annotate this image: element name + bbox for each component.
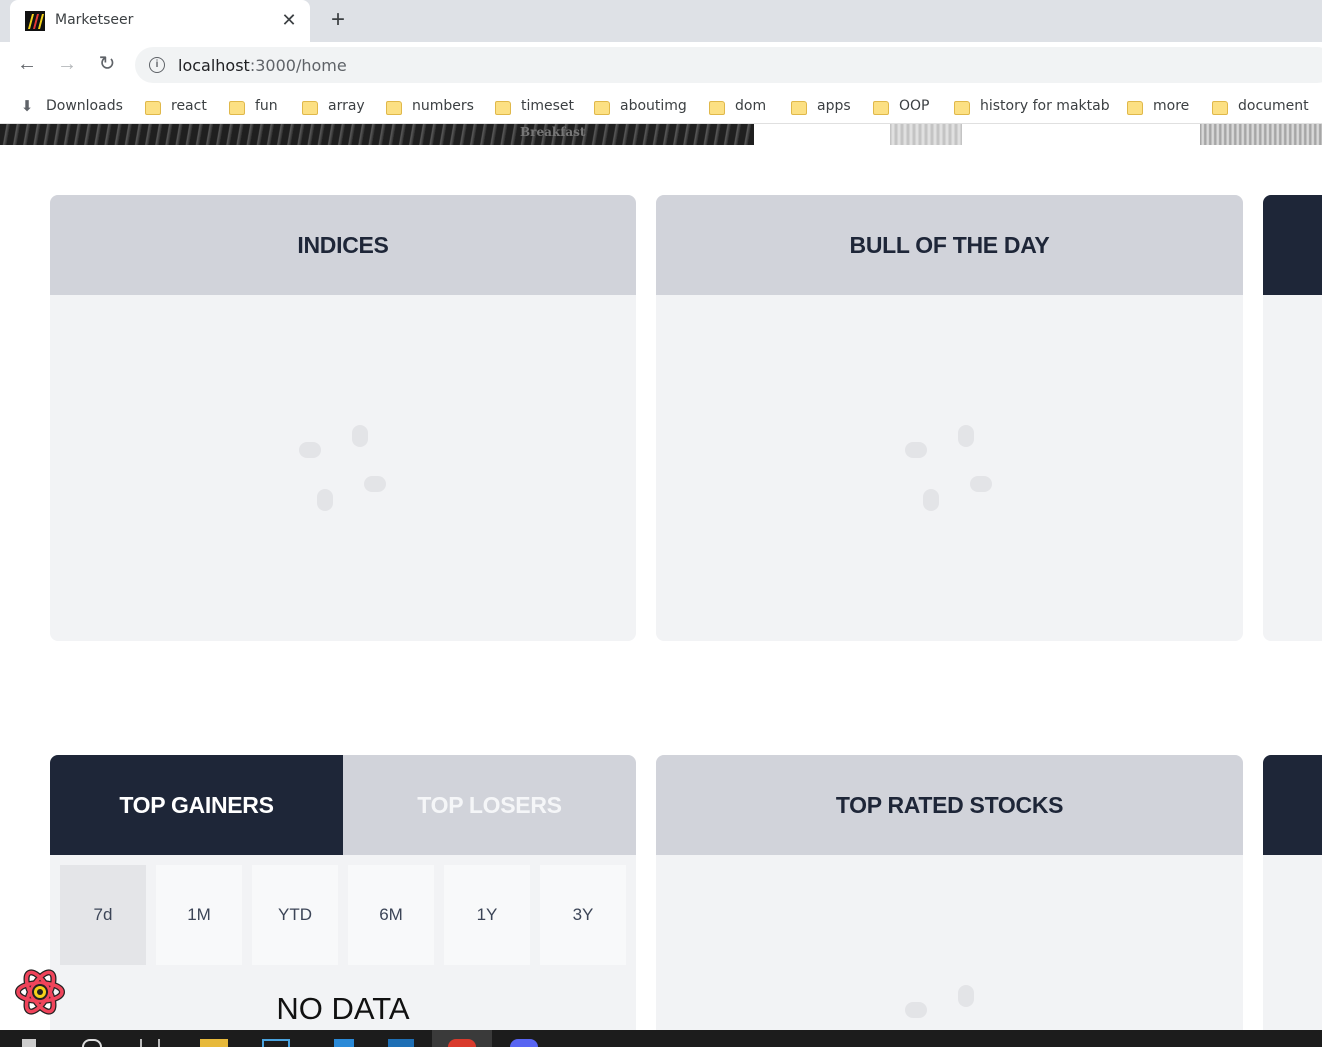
- loading-spinner-icon: [298, 423, 398, 513]
- hero-image-text: Breakfast: [520, 125, 586, 139]
- marketseer-favicon-icon: [25, 11, 45, 31]
- folder-icon: [495, 101, 511, 115]
- folder-icon: [954, 101, 970, 115]
- bookmark-array[interactable]: array: [302, 96, 365, 116]
- bookmark-downloads[interactable]: ⬇ Downloads: [20, 96, 123, 116]
- app-icon[interactable]: [388, 1039, 414, 1047]
- bookmark-label: timeset: [521, 98, 575, 114]
- vscode-icon[interactable]: [334, 1039, 354, 1047]
- bookmark-apps[interactable]: apps: [791, 96, 851, 116]
- period-selector: 7d 1M YTD 6M 1Y 3Y: [60, 865, 626, 965]
- browser-toolbar: ← → ↻ i localhost:3000/home: [0, 42, 1322, 88]
- forward-arrow-icon[interactable]: →: [53, 50, 81, 78]
- tab-top-losers[interactable]: TOP LOSERS: [343, 755, 636, 855]
- movers-tabs: TOP GAINERS TOP LOSERS: [50, 755, 636, 855]
- download-icon: ⬇: [20, 97, 34, 115]
- tab-title: Marketseer: [55, 12, 134, 28]
- folder-icon: [1127, 101, 1143, 115]
- discord-icon[interactable]: [510, 1039, 538, 1047]
- task-view-icon[interactable]: [140, 1039, 160, 1047]
- search-icon[interactable]: [82, 1039, 102, 1047]
- partial-card-header: [1263, 755, 1322, 855]
- url-path: :3000/home: [249, 56, 347, 75]
- bookmark-label: history for maktab: [980, 98, 1110, 114]
- period-ytd-button[interactable]: YTD: [252, 865, 338, 965]
- bookmark-label: aboutimg: [620, 98, 687, 114]
- bookmark-label: react: [171, 98, 207, 114]
- bookmark-label: Downloads: [46, 98, 123, 114]
- folder-icon: [709, 101, 725, 115]
- browser-tabstrip: Marketseer ✕ +: [0, 0, 1322, 42]
- bookmark-react[interactable]: react: [145, 96, 207, 116]
- hero-image-light: [890, 124, 962, 145]
- hero-image-dark: [0, 124, 754, 145]
- indices-title: INDICES: [50, 195, 636, 295]
- folder-icon: [873, 101, 889, 115]
- folder-icon: [302, 101, 318, 115]
- partial-card-right: [1263, 755, 1322, 1047]
- period-7d-button[interactable]: 7d: [60, 865, 146, 965]
- bookmark-fun[interactable]: fun: [229, 96, 278, 116]
- bookmarks-bar: ⬇ Downloads react fun array numbers times…: [0, 88, 1322, 124]
- period-3y-button[interactable]: 3Y: [540, 865, 626, 965]
- bookmark-aboutimg[interactable]: aboutimg: [594, 96, 687, 116]
- address-bar[interactable]: i localhost:3000/home: [135, 47, 1322, 83]
- start-icon[interactable]: [22, 1039, 36, 1047]
- browser-tab[interactable]: Marketseer ✕: [10, 0, 310, 42]
- bookmark-more[interactable]: more: [1127, 96, 1189, 116]
- bookmark-label: apps: [817, 98, 851, 114]
- top-rated-stocks-card: TOP RATED STOCKS: [656, 755, 1243, 1047]
- indices-card: INDICES: [50, 195, 636, 641]
- folder-icon: [1212, 101, 1228, 115]
- store-icon[interactable]: [262, 1039, 290, 1047]
- folder-icon: [594, 101, 610, 115]
- file-explorer-icon[interactable]: [200, 1039, 228, 1047]
- bookmark-label: document: [1238, 98, 1309, 114]
- bookmark-label: more: [1153, 98, 1190, 114]
- close-tab-icon[interactable]: ✕: [278, 9, 300, 31]
- new-tab-button[interactable]: +: [324, 6, 352, 34]
- bookmark-document[interactable]: document: [1212, 96, 1309, 116]
- folder-icon: [145, 101, 161, 115]
- url-host: localhost: [178, 56, 250, 75]
- site-info-icon[interactable]: i: [149, 57, 165, 73]
- period-1m-button[interactable]: 1M: [156, 865, 242, 965]
- bookmark-history-for-maktab[interactable]: history for maktab: [954, 96, 1110, 116]
- tab-top-gainers[interactable]: TOP GAINERS: [50, 755, 343, 855]
- hero-image-light: [1200, 124, 1322, 145]
- top-rated-stocks-title: TOP RATED STOCKS: [656, 755, 1243, 855]
- bookmark-numbers[interactable]: numbers: [386, 96, 474, 116]
- hero-image: Breakfast: [0, 124, 1322, 145]
- bookmark-label: OOP: [899, 98, 930, 114]
- period-1y-button[interactable]: 1Y: [444, 865, 530, 965]
- bookmark-label: fun: [255, 98, 278, 114]
- period-6m-button[interactable]: 6M: [348, 865, 434, 965]
- chrome-icon[interactable]: [448, 1039, 476, 1047]
- no-data-message: NO DATA: [276, 991, 410, 1026]
- bookmark-label: dom: [735, 98, 767, 114]
- bookmark-oop[interactable]: OOP: [873, 96, 929, 116]
- bookmark-label: numbers: [412, 98, 474, 114]
- folder-icon: [386, 101, 402, 115]
- back-arrow-icon[interactable]: ←: [13, 50, 41, 78]
- url-text[interactable]: localhost:3000/home: [178, 56, 347, 75]
- bull-of-the-day-title: BULL OF THE DAY: [656, 195, 1243, 295]
- os-taskbar: [0, 1030, 1322, 1047]
- partial-card-right: [1263, 195, 1322, 641]
- react-devtools-icon[interactable]: [14, 966, 66, 1018]
- bull-of-the-day-card: BULL OF THE DAY: [656, 195, 1243, 641]
- reload-icon[interactable]: ↻: [93, 50, 121, 78]
- partial-card-header: [1263, 195, 1322, 295]
- bookmark-dom[interactable]: dom: [709, 96, 766, 116]
- bookmark-label: array: [328, 98, 365, 114]
- bookmark-timeset[interactable]: timeset: [495, 96, 574, 116]
- folder-icon: [791, 101, 807, 115]
- top-movers-card: TOP GAINERS TOP LOSERS 7d 1M YTD 6M 1Y 3…: [50, 755, 636, 1047]
- loading-spinner-icon: [904, 423, 1004, 513]
- folder-icon: [229, 101, 245, 115]
